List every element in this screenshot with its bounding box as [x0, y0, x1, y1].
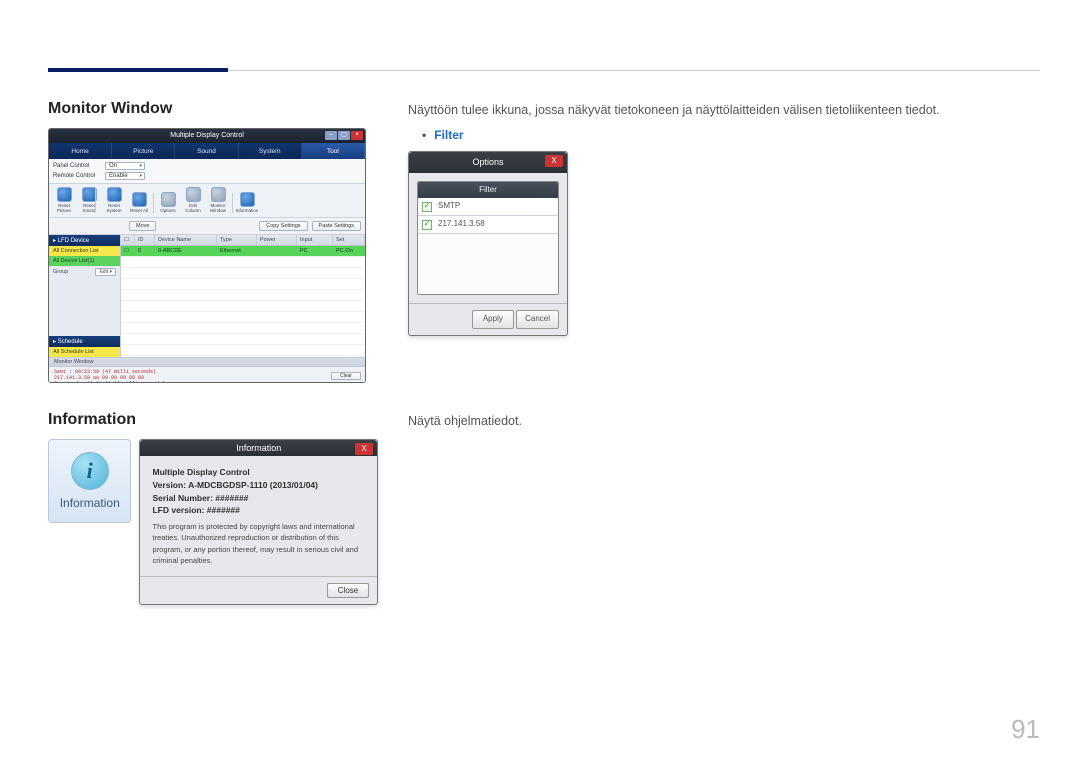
remote-control-select[interactable]: Enable [105, 172, 145, 180]
info-icon: i [71, 452, 109, 490]
monitor-buttons: Clear Export Filter [331, 372, 361, 383]
tool-edit-column[interactable]: Edit Column [182, 187, 204, 213]
log-recv-line: Received : 00:24:00 (0 milli seconds) [54, 381, 360, 383]
window-controls: – ▢ × [325, 131, 363, 140]
checkbox-checked-icon[interactable]: ✓ [422, 202, 432, 212]
info-version: Version: A-MDCBGDSP-1110 (2013/01/04) [152, 479, 365, 492]
col-setting[interactable]: Set [333, 235, 365, 245]
monitor-window-header: Monitor Window [49, 358, 365, 367]
grid-row-selected[interactable]: ☐ 0 0-ABCDE Ethernet PC PC-On [121, 246, 365, 257]
tool-reset-sound[interactable]: Reset Sound [78, 187, 100, 213]
mdc-sidebar: ▸ LFD Device All Connection List All Dev… [49, 235, 121, 357]
information-heading: Information [48, 411, 378, 429]
col-checkbox[interactable]: ☐ [121, 235, 135, 245]
tool-reset-all[interactable]: Reset All [128, 192, 150, 213]
tab-system[interactable]: System [239, 143, 302, 159]
grid-empty-rows [121, 257, 365, 356]
information-dialog-body: Multiple Display Control Version: A-MDCB… [140, 456, 377, 576]
col-input[interactable]: Input [297, 235, 333, 245]
mdc-settings-row: Panel Control On Remote Control Enable [49, 159, 365, 184]
tab-home[interactable]: Home [49, 143, 112, 159]
tool-reset-picture[interactable]: Reset Picture [53, 187, 75, 213]
sidebar-lfd-header[interactable]: ▸ LFD Device [49, 235, 120, 246]
information-dialog: Information X Multiple Display Control V… [139, 439, 378, 605]
monitor-window-row: Monitor Window Multiple Display Control … [48, 100, 1040, 383]
header-divider [228, 70, 1040, 71]
move-button[interactable]: Move [129, 221, 156, 231]
monitor-log: Sent : 00:23:59 (47 milli seconds) 217.1… [49, 367, 365, 383]
monitor-window-description: Näyttöön tulee ikkuna, jossa näkyvät tie… [408, 100, 1040, 120]
filter-row-ip[interactable]: ✓ 217.141.3.58 [418, 216, 558, 234]
information-dialog-title: Information X [140, 440, 377, 456]
sidebar-group-label: Group [53, 269, 68, 275]
tab-tool[interactable]: Tool [302, 143, 365, 159]
information-description: Näytä ohjelmatiedot. [408, 411, 1040, 431]
close-icon[interactable]: X [355, 443, 373, 455]
sidebar-schedule-header[interactable]: ▸ Schedule [49, 336, 120, 347]
col-type[interactable]: Type [217, 235, 257, 245]
options-dialog-title: Options X [409, 152, 567, 172]
page-content: Monitor Window Multiple Display Control … [48, 100, 1040, 723]
monitor-window-panel: Monitor Window Sent : 00:23:59 (47 milli… [49, 357, 365, 383]
page-number: 91 [1011, 714, 1040, 745]
close-icon[interactable]: × [351, 131, 363, 140]
filter-empty-area [418, 234, 558, 294]
tab-picture[interactable]: Picture [112, 143, 175, 159]
sidebar-all-device-list[interactable]: All Device List(1) [49, 256, 120, 266]
information-icon-box[interactable]: i Information [48, 439, 131, 523]
info-serial: Serial Number: ####### [152, 492, 365, 505]
info-legal-text: This program is protected by copyright l… [152, 521, 365, 566]
info-lfd-version: LFD version: ####### [152, 504, 365, 517]
filter-smtp-label: SMTP [438, 200, 460, 213]
filter-bullet-label: Filter [422, 126, 1040, 145]
options-dialog: Options X Filter ✓ SMTP ✓ 217.141.3.58 [408, 151, 568, 336]
mdc-copy-row: Move Copy Settings Paste Settings [49, 218, 365, 235]
panel-control-label: Panel Control [53, 163, 101, 169]
col-power[interactable]: Power [257, 235, 297, 245]
col-id[interactable]: ID [135, 235, 155, 245]
filter-row-smtp[interactable]: ✓ SMTP [418, 198, 558, 216]
info-program-name: Multiple Display Control [152, 466, 365, 479]
tool-options[interactable]: Options [157, 192, 179, 213]
filter-box-title: Filter [418, 182, 558, 199]
checkbox-checked-icon[interactable]: ✓ [422, 220, 432, 230]
sidebar-group[interactable]: Group Edit ▾ [49, 266, 120, 278]
panel-control-select[interactable]: On [105, 162, 145, 170]
sidebar-group-edit[interactable]: Edit ▾ [95, 268, 116, 276]
maximize-icon[interactable]: ▢ [338, 131, 350, 140]
options-dialog-footer: Apply Cancel [409, 303, 567, 335]
information-row: Information i Information Information X … [48, 411, 1040, 605]
monitor-clear-button[interactable]: Clear [331, 372, 361, 380]
paste-settings-button[interactable]: Paste Settings [312, 221, 361, 231]
information-icon-label: Information [60, 496, 120, 510]
tool-monitor-window[interactable]: Monitor Window [207, 187, 229, 213]
minimize-icon[interactable]: – [325, 131, 337, 140]
cancel-button[interactable]: Cancel [516, 310, 559, 329]
filter-box: Filter ✓ SMTP ✓ 217.141.3.58 [417, 181, 559, 295]
filter-ip-label: 217.141.3.58 [438, 218, 485, 231]
mdc-icon-toolbar: Reset Picture Reset Sound Reset System R… [49, 184, 365, 218]
mdc-tabs: Home Picture Sound System Tool [49, 143, 365, 159]
monitor-window-heading: Monitor Window [48, 100, 378, 118]
close-button[interactable]: Close [327, 583, 369, 598]
header-accent-bar [48, 68, 228, 72]
close-icon[interactable]: X [545, 155, 563, 167]
information-dialog-footer: Close [140, 576, 377, 604]
copy-settings-button[interactable]: Copy Settings [259, 221, 307, 231]
mdc-app-window: Multiple Display Control – ▢ × Home Pict… [48, 128, 366, 383]
tab-sound[interactable]: Sound [175, 143, 238, 159]
apply-button[interactable]: Apply [472, 310, 514, 329]
mdc-titlebar: Multiple Display Control – ▢ × [49, 129, 365, 143]
sidebar-all-schedule-list[interactable]: All Schedule List [49, 347, 120, 357]
col-device-name[interactable]: Device Name [155, 235, 217, 245]
tool-reset-system[interactable]: Reset System [103, 187, 125, 213]
grid-header: ☐ ID Device Name Type Power Input Set [121, 235, 365, 246]
monitor-export-button[interactable]: Export [331, 382, 361, 383]
mdc-title-text: Multiple Display Control [170, 132, 244, 139]
sidebar-all-connection-list[interactable]: All Connection List [49, 246, 120, 256]
remote-control-label: Remote Control [53, 173, 101, 179]
tool-information[interactable]: Information [236, 192, 258, 213]
mdc-device-grid: ☐ ID Device Name Type Power Input Set ☐ … [121, 235, 365, 357]
